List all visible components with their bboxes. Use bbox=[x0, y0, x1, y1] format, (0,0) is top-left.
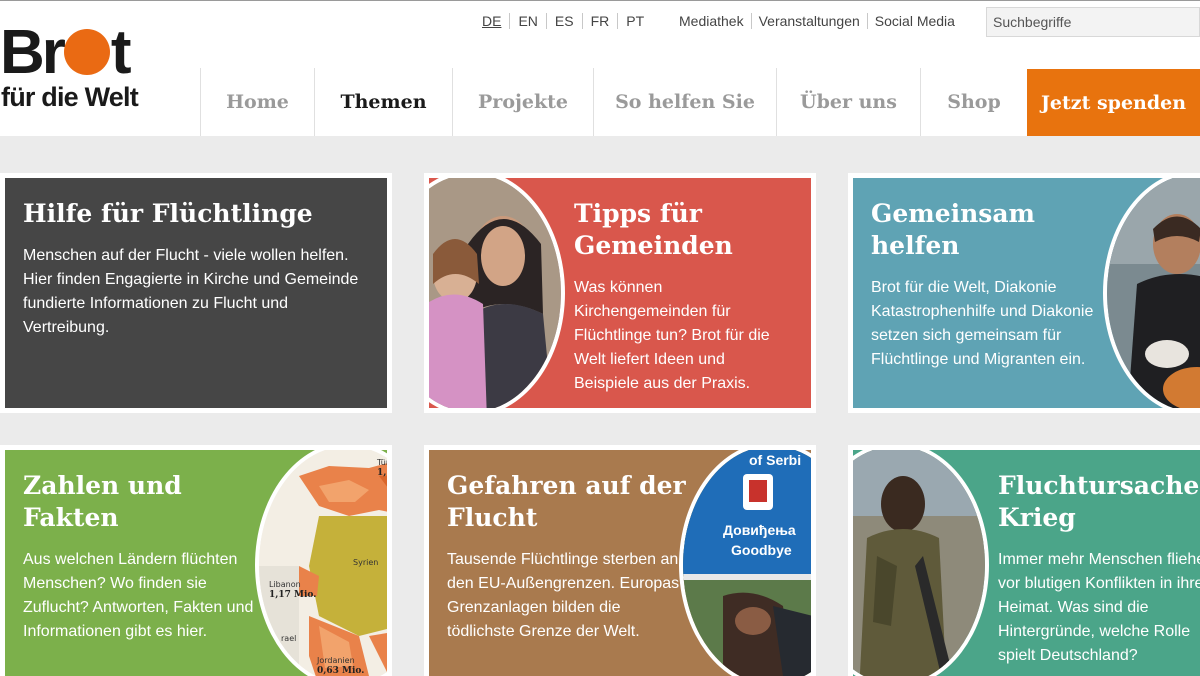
tile-gefahren-auf-der-flucht[interactable]: Gefahren auf der Flucht Tausende Flüchtl… bbox=[424, 445, 816, 676]
photo-border-sign: of Serbi Довиђења Goodbye bbox=[679, 450, 811, 676]
search-input[interactable] bbox=[986, 7, 1200, 37]
map-value-turkey: 1,77 Mio. bbox=[377, 468, 387, 478]
map-label-israel: rael bbox=[281, 634, 297, 643]
tile-hilfe-fuer-fluechtlinge[interactable]: Hilfe für Flüchtlinge Menschen auf der F… bbox=[0, 173, 392, 413]
tile-title: Gefahren auf der Flucht bbox=[447, 471, 686, 532]
lang-es[interactable]: ES bbox=[547, 13, 583, 29]
tile-background: Zahlen und Fakten Aus welchen Ländern fl… bbox=[5, 450, 387, 676]
site-header: Br t für die Welt DE EN ES FR PT Mediathe… bbox=[0, 0, 1200, 136]
logo-brot-fuer-die-welt[interactable]: Br t für die Welt bbox=[0, 22, 170, 114]
map-refugee-numbers: Türkei 1,77 Mio. Syrien Libanon 1,17 Mio… bbox=[255, 450, 387, 676]
photo-mother-and-child bbox=[429, 178, 565, 408]
tile-title: Fluchtursache Krieg bbox=[998, 471, 1200, 532]
map-label-syria: Syrien bbox=[353, 558, 379, 567]
sign-text-top: of Serbi bbox=[749, 452, 802, 468]
logo-wordmark: Br t bbox=[0, 18, 132, 87]
tile-tipps-fuer-gemeinden[interactable]: Tipps für Gemeinden Was können Kirchenge… bbox=[424, 173, 816, 413]
tile-background: Gemeinsam helfen Brot für die Welt, Diak… bbox=[853, 178, 1200, 408]
link-mediathek[interactable]: Mediathek bbox=[672, 13, 752, 29]
tile-text: Brot für die Welt, Diakonie Katastrophen… bbox=[871, 279, 1094, 368]
link-veranstaltungen[interactable]: Veranstaltungen bbox=[752, 13, 868, 29]
tile-text: Tausende Flüchtlinge sterben an den EU-A… bbox=[447, 551, 680, 640]
nav-ueber-uns[interactable]: Über uns bbox=[776, 68, 920, 136]
nav-projekte[interactable]: Projekte bbox=[452, 68, 593, 136]
photo-soldier bbox=[853, 450, 989, 676]
tile-text: Menschen auf der Flucht - viele wollen h… bbox=[23, 247, 359, 336]
nav-so-helfen-sie[interactable]: So helfen Sie bbox=[593, 68, 776, 136]
sign-text-cyrillic: Довиђења bbox=[723, 522, 796, 538]
tile-gemeinsam-helfen[interactable]: Gemeinsam helfen Brot für die Welt, Diak… bbox=[848, 173, 1200, 413]
lang-pt[interactable]: PT bbox=[618, 13, 652, 29]
photo-illustration bbox=[683, 450, 811, 676]
photo-illustration bbox=[429, 178, 561, 408]
nav-themen[interactable]: Themen bbox=[314, 68, 452, 136]
photo-illustration bbox=[1107, 178, 1200, 408]
tile-background: Hilfe für Flüchtlinge Menschen auf der F… bbox=[5, 178, 387, 408]
map-label-jordan: Jordanien bbox=[317, 656, 355, 665]
tile-title: Hilfe für Flüchtlinge bbox=[23, 199, 313, 228]
nav-shop[interactable]: Shop bbox=[920, 68, 1027, 136]
tile-background: Gefahren auf der Flucht Tausende Flüchtl… bbox=[429, 450, 811, 676]
map-label-turkey: Türkei bbox=[377, 458, 387, 467]
lang-en[interactable]: EN bbox=[510, 13, 547, 29]
tile-title: Tipps für Gemeinden bbox=[574, 199, 733, 260]
map-value-jordan: 0,63 Mio. bbox=[317, 666, 365, 676]
photo-illustration bbox=[853, 450, 985, 676]
logo-subline: für die Welt bbox=[1, 82, 139, 112]
tile-zahlen-und-fakten[interactable]: Zahlen und Fakten Aus welchen Ländern fl… bbox=[0, 445, 392, 676]
language-switcher: DE EN ES FR PT bbox=[474, 13, 652, 29]
tile-background: Tipps für Gemeinden Was können Kirchenge… bbox=[429, 178, 811, 408]
tile-background: Fluchtursache Krieg Immer mehr Menschen … bbox=[853, 450, 1200, 676]
nav-home[interactable]: Home bbox=[200, 68, 314, 136]
lang-de[interactable]: DE bbox=[474, 13, 511, 29]
photo-aid-worker bbox=[1103, 178, 1200, 408]
utility-nav: Mediathek Veranstaltungen Social Media bbox=[672, 13, 962, 29]
link-social-media[interactable]: Social Media bbox=[868, 13, 962, 29]
tile-text: Aus welchen Ländern flüchten Menschen? W… bbox=[23, 551, 254, 640]
sign-text-latin: Goodbye bbox=[731, 542, 792, 558]
tile-title: Gemeinsam helfen bbox=[871, 199, 1036, 260]
map-value-lebanon: 1,17 Mio. bbox=[269, 590, 317, 600]
tile-text: Was können Kirchengemeinden für Flüchtli… bbox=[574, 279, 770, 392]
main-nav: Home Themen Projekte So helfen Sie Über … bbox=[200, 68, 1027, 136]
tile-title: Zahlen und Fakten bbox=[23, 471, 182, 532]
lang-fr[interactable]: FR bbox=[583, 13, 619, 29]
tile-fluchtursache-krieg[interactable]: Fluchtursache Krieg Immer mehr Menschen … bbox=[848, 445, 1200, 676]
logo-orange-dot bbox=[63, 29, 110, 75]
tile-text: Immer mehr Menschen fliehen vor blutigen… bbox=[998, 551, 1200, 664]
top-border bbox=[0, 0, 1200, 5]
map-label-lebanon: Libanon bbox=[269, 580, 301, 589]
donate-button[interactable]: Jetzt spenden bbox=[1027, 69, 1200, 136]
